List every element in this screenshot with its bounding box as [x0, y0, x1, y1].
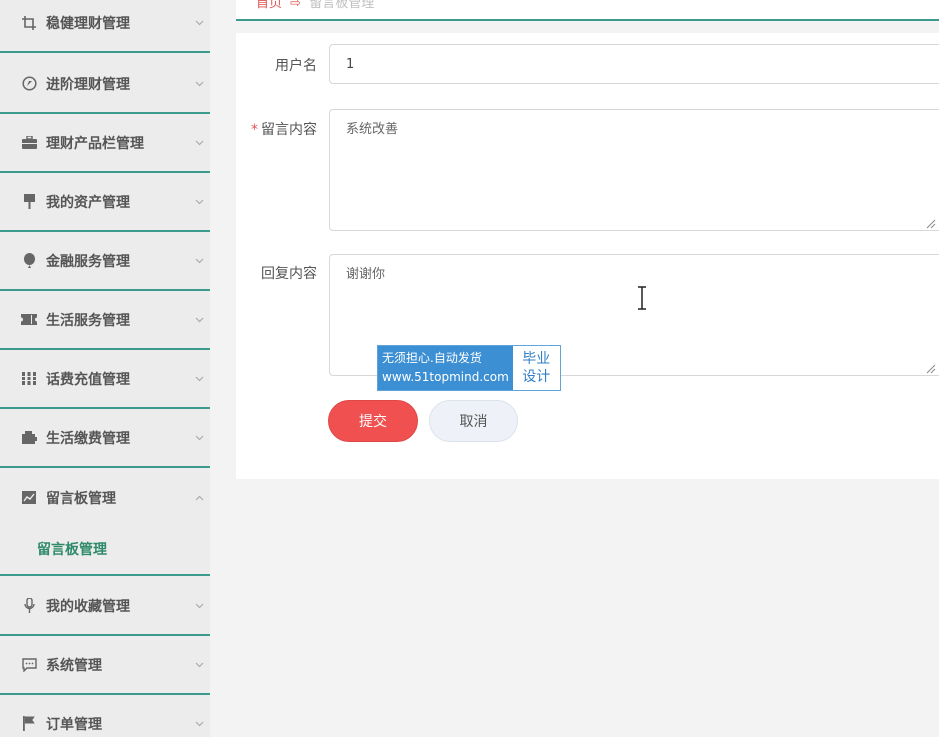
- sidebar-item-life-services[interactable]: 生活服务管理: [0, 291, 210, 350]
- form-panel: 用户名 1 * 留言内容 系统改善 回复内容 谢谢你 提交 取消: [236, 33, 939, 479]
- sidebar-item-message-board[interactable]: 留言板管理: [0, 468, 210, 527]
- sidebar-item-label: 进阶理财管理: [46, 76, 130, 93]
- watermark-line2: www.51topmind.com: [382, 370, 509, 384]
- text-cursor-icon: [636, 286, 648, 310]
- ticket-icon: [20, 311, 38, 329]
- watermark-right1: 毕业: [522, 351, 551, 367]
- watermark-right: 毕业 设计: [512, 346, 560, 390]
- chevron-down-icon: [194, 256, 204, 266]
- sidebar-item-phone-recharge[interactable]: 话费充值管理: [0, 350, 210, 409]
- cancel-button[interactable]: 取消: [429, 400, 518, 442]
- chart-icon: [20, 489, 38, 507]
- chevron-down-icon: [194, 374, 204, 384]
- chevron-down-icon: [194, 315, 204, 325]
- sidebar-item-product-column[interactable]: 理财产品栏管理: [0, 114, 210, 173]
- wallet-icon: [20, 429, 38, 447]
- breadcrumb-separator-icon: ⇨: [290, 0, 302, 11]
- compass-icon: [20, 75, 38, 93]
- watermark-right2: 设计: [522, 369, 551, 385]
- watermark-line1: 无须担心.自动发货: [382, 351, 482, 365]
- sidebar-item-orders[interactable]: 订单管理: [0, 695, 210, 737]
- microphone-icon: [20, 597, 38, 615]
- sidebar-item-stable-finance[interactable]: 稳健理财管理: [0, 0, 210, 53]
- sidebar-item-label: 稳健理财管理: [46, 15, 130, 32]
- chevron-down-icon: [194, 79, 204, 89]
- sidebar-item-system[interactable]: 系统管理: [0, 636, 210, 695]
- chevron-up-icon: [194, 493, 204, 503]
- chevron-down-icon: [194, 18, 204, 28]
- submit-button[interactable]: 提交: [328, 400, 418, 442]
- sidebar-item-label: 金融服务管理: [46, 253, 130, 270]
- content-text: 系统改善: [346, 122, 399, 137]
- reply-text: 谢谢你: [346, 267, 386, 282]
- content-textarea[interactable]: 系统改善: [329, 109, 939, 231]
- sidebar-item-label: 留言板管理: [46, 490, 116, 507]
- flag-icon: [20, 715, 38, 733]
- sidebar-item-my-favorites[interactable]: 我的收藏管理: [0, 577, 210, 636]
- chevron-down-icon: [194, 433, 204, 443]
- breadcrumb-home[interactable]: 首页: [256, 0, 282, 11]
- sidebar-item-label: 话费充值管理: [46, 371, 130, 388]
- flag-icon: [20, 193, 38, 211]
- breadcrumb: 首页 ⇨ 留言板管理: [256, 0, 374, 11]
- resize-handle-icon[interactable]: [926, 363, 936, 374]
- required-asterisk: *: [251, 122, 258, 138]
- sidebar-item-life-payment[interactable]: 生活缴费管理: [0, 409, 210, 468]
- sidebar-item-label: 订单管理: [46, 716, 102, 733]
- sidebar: 稳健理财管理 进阶理财管理 理财产品栏管理 我的资产管理 金融服务管理 生活服务…: [0, 0, 210, 737]
- watermark-logo: 无须担心.自动发货 www.51topmind.com 毕业 设计: [377, 345, 561, 391]
- resize-handle-icon[interactable]: [926, 218, 936, 229]
- chevron-down-icon: [194, 138, 204, 148]
- message-icon: [20, 656, 38, 674]
- grid-icon: [20, 370, 38, 388]
- chevron-down-icon: [194, 197, 204, 207]
- sidebar-item-label: 理财产品栏管理: [46, 135, 144, 152]
- content-label-text: 留言内容: [261, 122, 317, 138]
- reply-label: 回复内容: [261, 266, 317, 282]
- watermark-left: 无须担心.自动发货 www.51topmind.com: [378, 346, 513, 390]
- sidebar-subitem-label: 留言板管理: [37, 542, 107, 558]
- sidebar-item-label: 我的收藏管理: [46, 598, 130, 615]
- chevron-down-icon: [194, 719, 204, 729]
- username-input[interactable]: 1: [329, 44, 939, 84]
- crop-icon: [20, 14, 38, 32]
- balloon-icon: [20, 252, 38, 270]
- chevron-down-icon: [194, 660, 204, 670]
- sidebar-item-advanced-finance[interactable]: 进阶理财管理: [0, 55, 210, 114]
- sidebar-subitem-message-board[interactable]: 留言板管理: [0, 524, 210, 576]
- breadcrumb-current: 留言板管理: [309, 0, 375, 11]
- sidebar-item-label: 我的资产管理: [46, 194, 130, 211]
- username-label: 用户名: [275, 58, 317, 74]
- sidebar-item-label: 生活服务管理: [46, 312, 130, 329]
- sidebar-item-financial-services[interactable]: 金融服务管理: [0, 232, 210, 291]
- top-bar: 首页 ⇨ 留言板管理: [236, 0, 939, 21]
- chevron-down-icon: [194, 601, 204, 611]
- sidebar-item-my-assets[interactable]: 我的资产管理: [0, 173, 210, 232]
- content-label: * 留言内容: [227, 119, 317, 139]
- sidebar-item-label: 生活缴费管理: [46, 430, 130, 447]
- briefcase-icon: [20, 134, 38, 152]
- sidebar-item-label: 系统管理: [46, 657, 102, 674]
